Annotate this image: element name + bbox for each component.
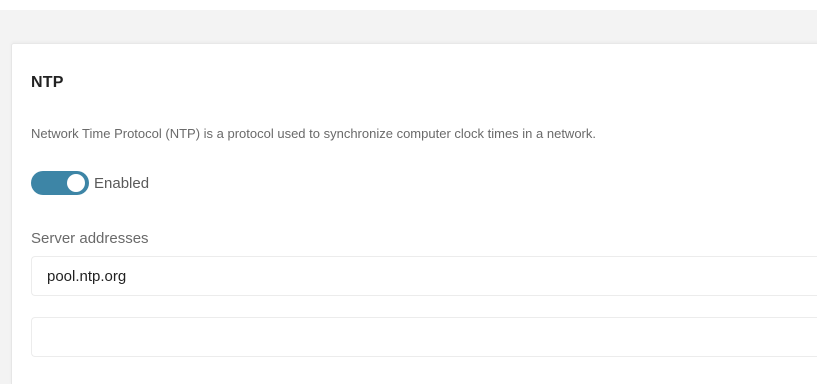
server-address-input-1[interactable] xyxy=(31,256,817,296)
server-address-input-2[interactable] xyxy=(31,317,817,357)
ntp-settings-card: NTP Network Time Protocol (NTP) is a pro… xyxy=(11,43,817,384)
enabled-toggle-row: Enabled xyxy=(31,170,149,196)
card-title: NTP xyxy=(31,74,64,91)
enabled-toggle-label: Enabled xyxy=(94,174,150,192)
enabled-toggle[interactable] xyxy=(31,171,89,195)
top-bar xyxy=(0,0,817,10)
ntp-description: Network Time Protocol (NTP) is a protoco… xyxy=(31,126,596,141)
toggle-knob xyxy=(67,174,85,192)
server-addresses-label: Server addresses xyxy=(31,230,149,247)
